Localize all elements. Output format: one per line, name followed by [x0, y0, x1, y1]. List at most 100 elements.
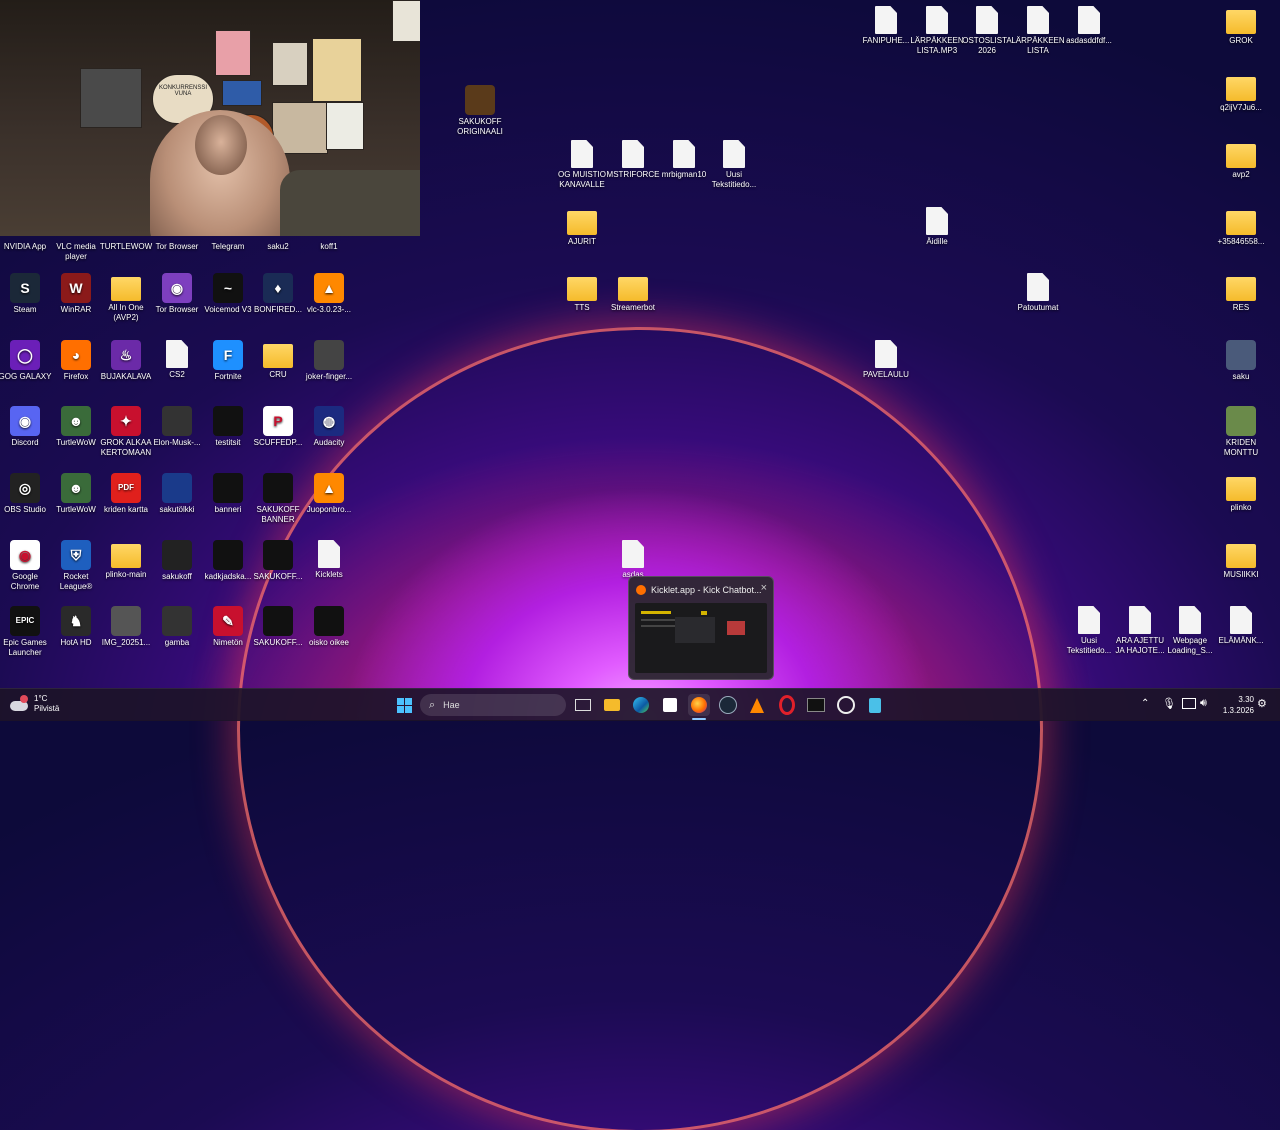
- desktop-icon-musiikki[interactable]: MUSIIKKI: [1213, 540, 1269, 580]
- desktop-icon-vlc1[interactable]: VLC media player: [48, 210, 104, 262]
- desktop-icon-saku[interactable]: saku: [1213, 340, 1269, 382]
- desktop-icon-mrbigman[interactable]: mrbigman10: [656, 140, 712, 180]
- desktop-icon-vlc2[interactable]: ▲ vlc-3.0.23-...: [301, 273, 357, 315]
- desktop-icon-firefox[interactable]: ◕ Firefox: [48, 340, 104, 382]
- desktop-icon-joker[interactable]: joker-finger...: [301, 340, 357, 382]
- desktop-icon-avp2[interactable]: avp2: [1213, 140, 1269, 180]
- desktop-icon-allinone[interactable]: All In One (AVP2): [98, 273, 154, 323]
- desktop-icon-scuffed[interactable]: P SCUFFEDP...: [250, 406, 306, 448]
- desktop-icon-fanipuhe[interactable]: FANIPUHE...: [858, 6, 914, 46]
- desktop-icon-kadkjad[interactable]: kadkjadska...: [200, 540, 256, 582]
- desktop-icon-cru[interactable]: CRU: [250, 340, 306, 380]
- desktop-icon-banneri[interactable]: banneri: [200, 473, 256, 515]
- desktop-icon-ajurit[interactable]: AJURIT: [554, 207, 610, 247]
- desktop-icon-juoponbro[interactable]: ▲ Juoponbro...: [301, 473, 357, 515]
- chevron-up-icon[interactable]: ⌃: [1141, 698, 1149, 709]
- desktop-icon-kicklets[interactable]: Kicklets: [301, 540, 357, 580]
- desktop-icon-img2025[interactable]: IMG_20251...: [98, 606, 154, 648]
- desktop-icon-uusi_teksti_bottom[interactable]: Uusi Tekstitiedo...: [1061, 606, 1117, 656]
- desktop-icon-cs2[interactable]: CS2: [149, 340, 205, 380]
- desktop-icon-elamanke[interactable]: ELÄMÄNK...: [1213, 606, 1269, 646]
- desktop-icon-hota[interactable]: ♞ HotA HD: [48, 606, 104, 648]
- desktop-icon-plinko_main[interactable]: plinko-main: [98, 540, 154, 580]
- desktop-icon-ostoslista[interactable]: OSTOSLISTA 2026: [959, 6, 1015, 56]
- desktop-icon-patoutumat[interactable]: Patoutumat: [1010, 273, 1066, 313]
- start-button[interactable]: [393, 694, 415, 716]
- desktop-icon-nvidia[interactable]: NVIDIA App: [0, 210, 53, 252]
- desktop-icon-uusi_teksti_top[interactable]: Uusi Tekstitiedo...: [706, 140, 762, 190]
- network-icon[interactable]: [1182, 698, 1196, 709]
- desktop-icon-audacity[interactable]: ◍ Audacity: [301, 406, 357, 448]
- notification-icon[interactable]: ⚙︎: [1257, 697, 1267, 710]
- desktop-icon-turtlewow3[interactable]: ☻ TurtleWoW: [48, 473, 104, 515]
- desktop-icon-steam[interactable]: S Steam: [0, 273, 53, 315]
- desktop-icon-epic[interactable]: EPIC Epic Games Launcher: [0, 606, 53, 658]
- weather-icon[interactable]: [10, 695, 30, 715]
- desktop-icon-turtlewow1[interactable]: TURTLEWOW: [98, 210, 154, 252]
- taskbar-app[interactable]: [835, 694, 857, 716]
- desktop-icon-streamerbot[interactable]: Streamerbot: [605, 273, 661, 313]
- taskbar-thumbnail-preview[interactable]: Kicklet.app - Kick Chatbot... ×: [628, 576, 774, 680]
- desktop-icon-chrome[interactable]: ◉ Google Chrome: [0, 540, 53, 592]
- desktop-icon-telegram[interactable]: Telegram: [200, 210, 256, 252]
- desktop-icon-q2ijv[interactable]: q2ijV7Ju6...: [1213, 73, 1269, 113]
- taskbar-search[interactable]: ⌕ Hae: [420, 694, 566, 716]
- desktop-icon-grok[interactable]: GROK: [1213, 6, 1269, 46]
- desktop-icon-koff1[interactable]: koff1: [301, 210, 357, 252]
- desktop-icon-gog[interactable]: ◯ GOG GALAXY: [0, 340, 53, 382]
- desktop-icon-fortnite[interactable]: F Fortnite: [200, 340, 256, 382]
- taskbar-notepad[interactable]: [864, 694, 886, 716]
- desktop-icon-pavelaulu[interactable]: PAVELAULU: [858, 340, 914, 380]
- desktop-icon-winrar[interactable]: W WinRAR: [48, 273, 104, 315]
- desktop-icon-res[interactable]: RES: [1213, 273, 1269, 313]
- desktop-icon-mstriforce[interactable]: MSTRIFORCE: [605, 140, 661, 180]
- desktop-icon-bujakalava[interactable]: ♨ BUJAKALAVA: [98, 340, 154, 382]
- desktop-icon-plinko[interactable]: plinko: [1213, 473, 1269, 513]
- desktop-icon-turtlewow2[interactable]: ☻ TurtleWoW: [48, 406, 104, 448]
- desktop-icon-saku2[interactable]: saku2: [250, 210, 306, 252]
- desktop-icon-sakukoff3[interactable]: SAKUKOFF...: [250, 606, 306, 648]
- desktop-icon-elon[interactable]: Elon-Musk-...: [149, 406, 205, 448]
- desktop-icon-aidille[interactable]: Äidille: [909, 207, 965, 247]
- taskbar-opera[interactable]: [776, 694, 798, 716]
- desktop-icon-rocket[interactable]: ⛨ Rocket League®: [48, 540, 104, 592]
- desktop-icon-sakutolkki[interactable]: sakutölkki: [149, 473, 205, 515]
- desktop-icon-tor2[interactable]: ◉ Tor Browser: [149, 273, 205, 315]
- desktop-icon-testitsit[interactable]: testitsit: [200, 406, 256, 448]
- desktop-icon-sakukoff_banner[interactable]: SAKUKOFF BANNER: [250, 473, 306, 525]
- taskbar-store[interactable]: [659, 694, 681, 716]
- desktop-icon-obs[interactable]: ◎ OBS Studio: [0, 473, 53, 515]
- desktop-icon-originaali[interactable]: SAKUKOFF ORIGINAALI: [452, 85, 508, 137]
- microphone-icon[interactable]: 🎙︎: [1162, 697, 1176, 710]
- taskbar-steam[interactable]: [717, 694, 739, 716]
- desktop-icon-gamba[interactable]: gamba: [149, 606, 205, 648]
- desktop-icon-webpage_loading[interactable]: Webpage Loading_S...: [1162, 606, 1218, 656]
- taskbar-edge[interactable]: [630, 694, 652, 716]
- desktop-icon-voicemod[interactable]: ~ Voicemod V3: [200, 273, 256, 315]
- desktop-icon-larpakkeen_lista[interactable]: LÄRPÄKKEEN LISTA: [1010, 6, 1066, 56]
- desktop-icon-sakukoff1[interactable]: sakukoff: [149, 540, 205, 582]
- desktop-icon-og_muistio[interactable]: OG MUISTIO KANAVALLE: [554, 140, 610, 190]
- desktop-icon-oisko[interactable]: oisko oikee: [301, 606, 357, 648]
- desktop-icon-asdas[interactable]: asdas: [605, 540, 661, 580]
- taskbar-terminal[interactable]: [805, 694, 827, 716]
- desktop-icon-asdasddfdf[interactable]: asdasddfdf...: [1061, 6, 1117, 46]
- desktop-icon-ara_ajettu[interactable]: ARA AJETTU JA HAJOTE...: [1112, 606, 1168, 656]
- desktop-icon-sakukoff2[interactable]: SAKUKOFF...: [250, 540, 306, 582]
- volume-icon[interactable]: 🔊︎: [1200, 697, 1207, 710]
- desktop-icon-tts[interactable]: TTS: [554, 273, 610, 313]
- desktop-icon-discord[interactable]: ◉ Discord: [0, 406, 53, 448]
- desktop-icon-phone[interactable]: +35846558...: [1213, 207, 1269, 247]
- desktop-icon-nimeton[interactable]: ✎ Nimetön: [200, 606, 256, 648]
- taskbar-vlc[interactable]: [746, 694, 768, 716]
- taskbar-firefox[interactable]: [688, 694, 710, 716]
- desktop-icon-grok_alkaa[interactable]: ✦ GROK ALKAA KERTOMAAN: [98, 406, 154, 458]
- desktop-icon-bonfired[interactable]: ♦ BONFIRED...: [250, 273, 306, 315]
- desktop-icon-larpakkeen_mp3[interactable]: LÄRPÄKKEEN LISTA.MP3: [909, 6, 965, 56]
- task-view-button[interactable]: [572, 694, 594, 716]
- weather-widget[interactable]: 1°C Pilvistä: [34, 694, 59, 714]
- desktop-icon-kriden_monttu[interactable]: KRIDEN MONTTU: [1213, 406, 1269, 458]
- taskbar-file-explorer[interactable]: [601, 694, 623, 716]
- clock[interactable]: 3.30 1.3.2026: [1208, 694, 1254, 716]
- close-icon[interactable]: ×: [761, 582, 767, 594]
